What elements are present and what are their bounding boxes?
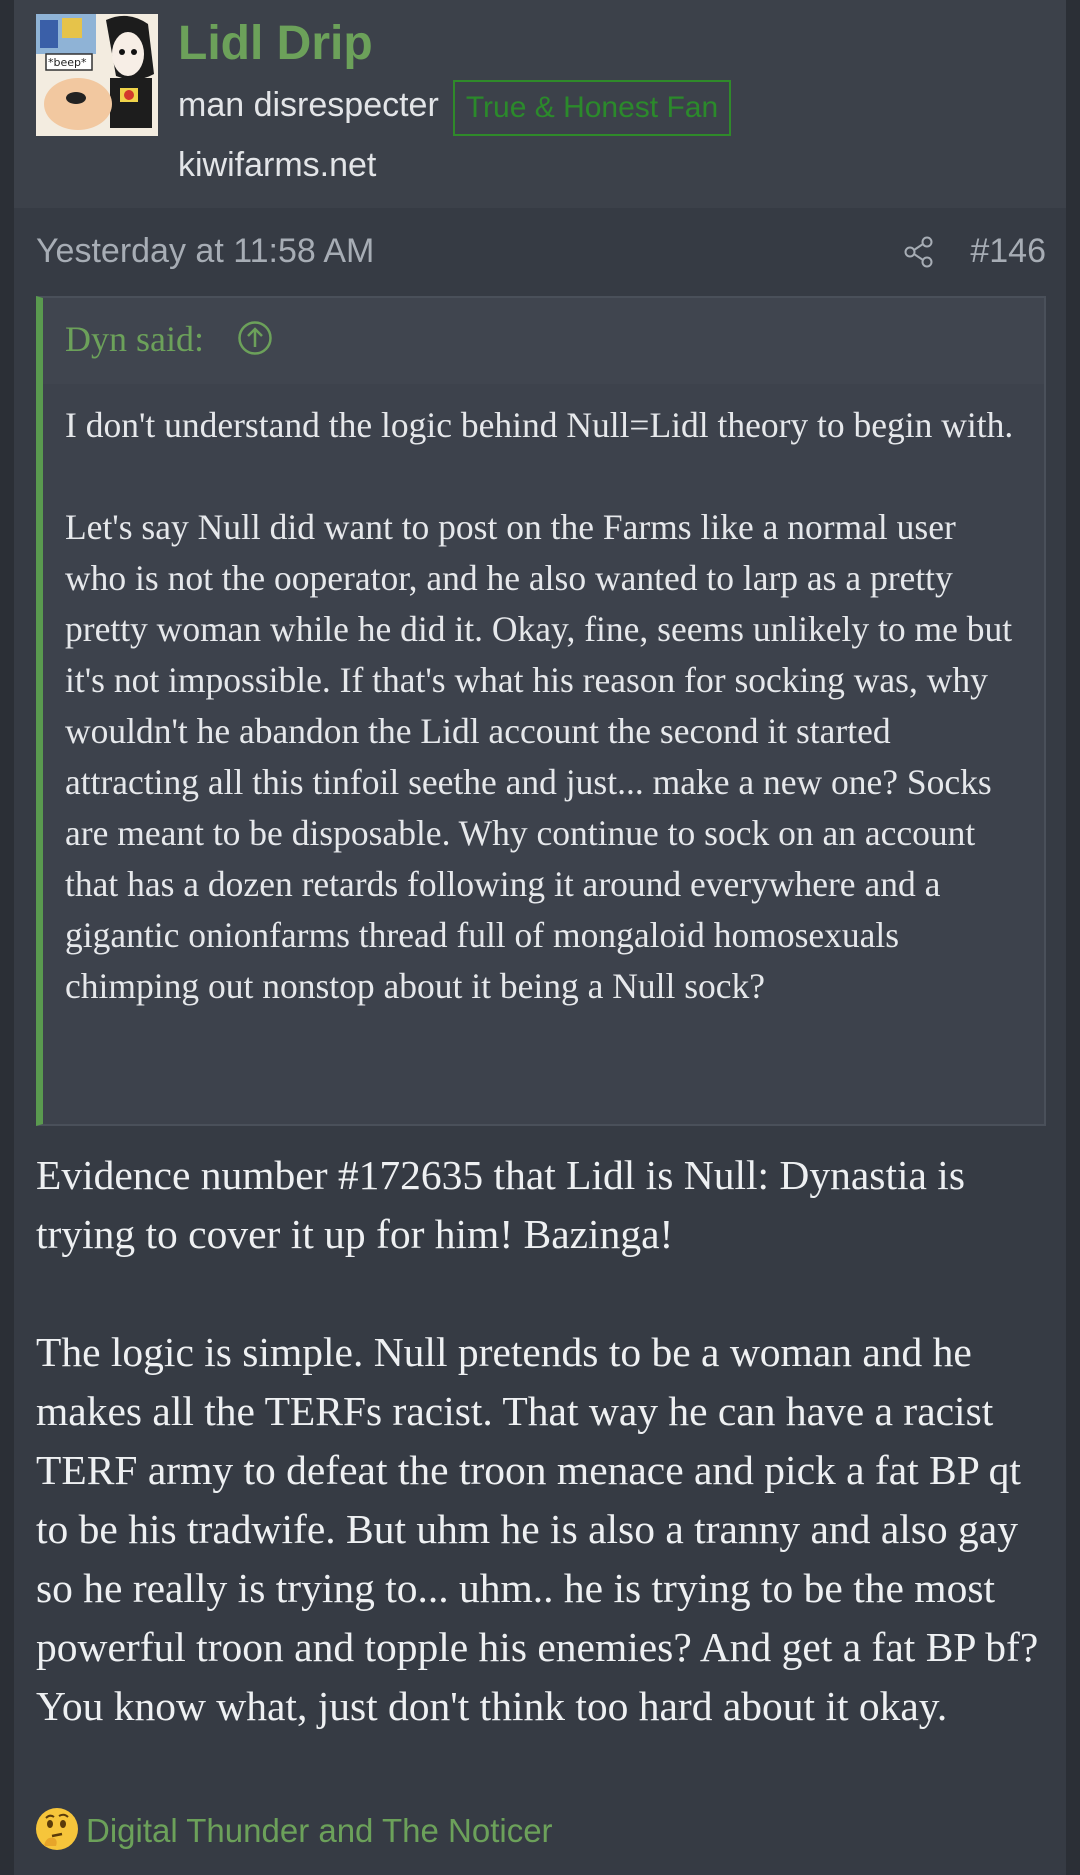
post-timestamp[interactable]: Yesterday at 11:58 AM bbox=[36, 232, 374, 271]
quote-author[interactable]: Dyn said: bbox=[65, 318, 204, 360]
reaction-users[interactable]: Digital Thunder and The Noticer bbox=[86, 1812, 553, 1850]
post-number[interactable]: #146 bbox=[970, 232, 1046, 271]
avatar-image bbox=[36, 14, 158, 136]
quote-block: Dyn said: I don't understand the logic b… bbox=[36, 296, 1046, 1126]
user-site: kiwifarms.net bbox=[178, 146, 377, 184]
post-body: Evidence number #172635 that Lidl is Nul… bbox=[36, 1152, 1039, 1729]
user-title: man disrespecter bbox=[178, 86, 439, 124]
quote-text: I don't understand the logic behind Null… bbox=[65, 405, 1014, 1006]
thinking-face-icon bbox=[36, 1808, 78, 1850]
username[interactable]: Lidl Drip bbox=[178, 16, 373, 71]
user-badge: True & Honest Fan bbox=[453, 80, 731, 136]
share-icon[interactable] bbox=[903, 236, 935, 268]
arrow-up-circle-icon[interactable] bbox=[237, 320, 273, 356]
avatar-caption: *beep* bbox=[48, 56, 87, 69]
quote-header: Dyn said: bbox=[43, 298, 1044, 384]
avatar[interactable]: *beep* bbox=[36, 14, 158, 136]
